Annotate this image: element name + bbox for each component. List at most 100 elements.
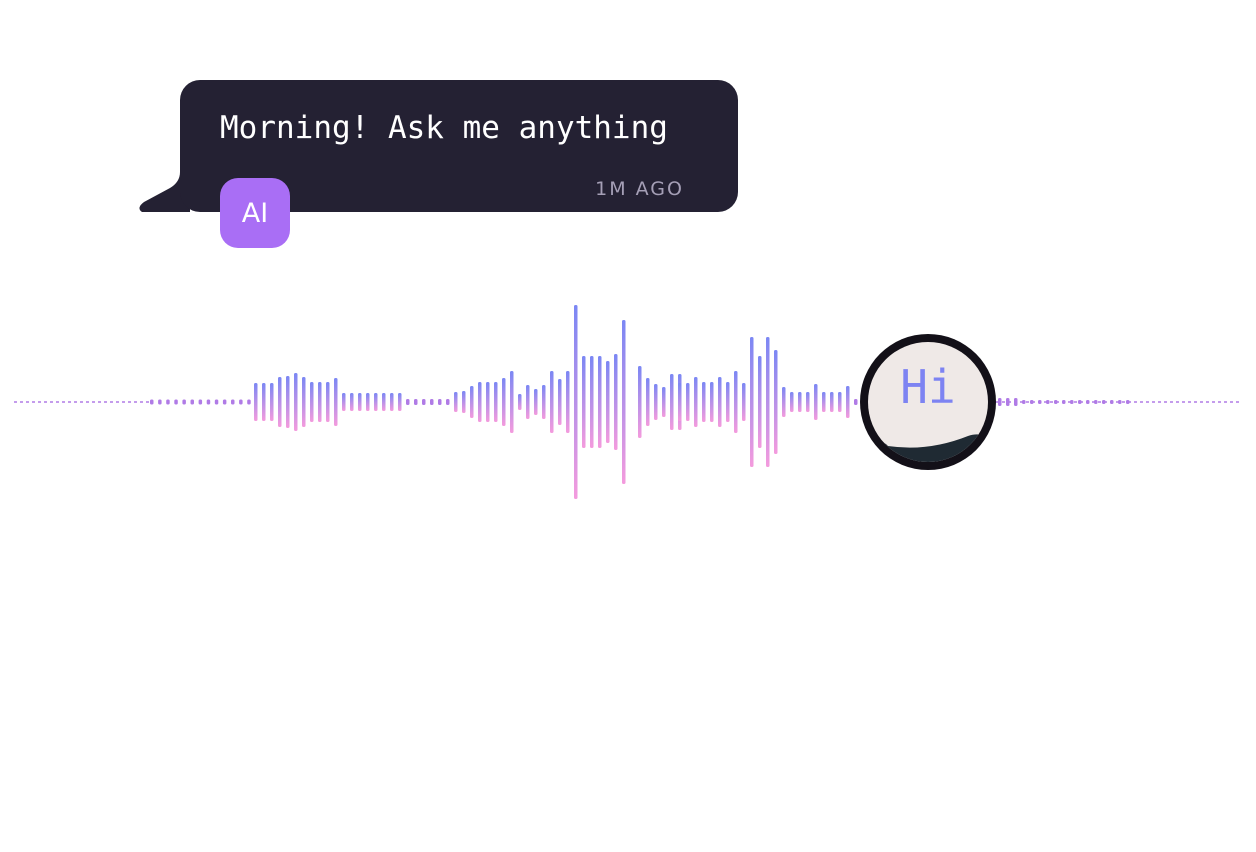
waveform-bar (518, 394, 522, 410)
waveform-bar (806, 392, 810, 412)
waveform-bar (782, 387, 786, 417)
voice-chat-screen: Morning! Ask me anything 1M AGO AI Hi (0, 0, 1256, 852)
voice-avatar-face: Hi (868, 342, 988, 462)
waveform-bar (734, 371, 738, 433)
waveform-bar (766, 337, 770, 467)
waveform-bar (1126, 400, 1130, 404)
waveform-bar (310, 382, 314, 422)
waveform-bar (350, 393, 354, 411)
waveform-bar (1086, 400, 1090, 404)
waveform-bar (247, 399, 251, 405)
waveform-bar (1006, 398, 1010, 406)
waveform-bar (198, 399, 203, 405)
waveform-bar (622, 320, 626, 484)
waveform-bar (254, 383, 258, 421)
waveform-bar (239, 399, 243, 405)
waveform-bar (822, 392, 826, 412)
waveform-bar (582, 356, 586, 448)
waveform-bar (462, 391, 466, 413)
waveform-bar (758, 356, 762, 448)
waveform-bar (318, 382, 322, 422)
waveform-bar (742, 383, 746, 421)
waveform-bar (1046, 400, 1050, 404)
waveform-bar (542, 385, 546, 419)
waveform-bar (534, 389, 538, 415)
waveform-bar (598, 356, 602, 448)
waveform-bar (446, 399, 450, 405)
voice-waveform (14, 305, 1242, 499)
waveform-bar (790, 392, 794, 412)
waveform-bar (846, 386, 850, 418)
voice-avatar-label: Hi (900, 360, 956, 414)
waveform-bar (342, 393, 346, 411)
waveform-bar (606, 361, 610, 443)
waveform-bar (286, 376, 290, 428)
waveform-bar (494, 382, 498, 422)
waveform-bar (214, 399, 219, 405)
waveform-bar (438, 399, 442, 405)
waveform-bar (726, 382, 730, 422)
voice-avatar-button[interactable]: Hi (860, 334, 996, 470)
waveform-bar (1054, 400, 1058, 404)
waveform-bar (270, 383, 274, 421)
waveform-bar (262, 383, 266, 421)
waveform-bar (486, 382, 490, 422)
waveform-bar (182, 399, 186, 405)
waveform-bar (654, 384, 658, 420)
waveform-bar (678, 383, 682, 421)
waveform-bar (398, 393, 402, 411)
waveform-bar (550, 371, 554, 433)
waveform-bar (231, 399, 235, 405)
waveform-bar (382, 393, 386, 411)
waveform-bar (166, 399, 170, 405)
waveform-bar (158, 399, 162, 405)
waveform-bar (838, 392, 842, 412)
waveform-bar (358, 393, 362, 411)
waveform-bar (1102, 400, 1106, 404)
waveform-bar (294, 373, 298, 431)
waveform-bar (206, 399, 211, 405)
waveform-bar (854, 399, 858, 405)
waveform-bar (222, 399, 227, 405)
waveform-bar (798, 392, 802, 412)
waveform-bar (590, 356, 594, 448)
waveform-bar (502, 378, 506, 426)
waveform-bar (638, 366, 642, 438)
waveform-bar (646, 378, 650, 426)
waveform-bar (1118, 400, 1122, 404)
waveform-bar (830, 392, 834, 412)
ai-avatar-badge: AI (220, 178, 290, 248)
waveform-bar (174, 399, 178, 405)
waveform-bar (422, 399, 426, 405)
avatar-shoulder-shape (869, 434, 988, 462)
waveform-bar (686, 383, 690, 421)
waveform-bar (510, 371, 514, 433)
waveform-bar (1062, 400, 1066, 404)
waveform-bar (1022, 400, 1026, 404)
waveform-bar (694, 377, 698, 427)
waveform-bar (702, 382, 706, 422)
waveform-bar (470, 386, 474, 418)
waveform-bar (366, 393, 370, 411)
waveform-bar (454, 392, 458, 412)
waveform-bar (566, 371, 570, 433)
waveform-bar (150, 399, 154, 405)
waveform-bar (374, 393, 378, 411)
waveform-bar (558, 379, 562, 425)
waveform-bar (430, 399, 434, 405)
waveform-bar (1014, 398, 1018, 406)
waveform-bar (406, 399, 410, 405)
waveform-bar (190, 399, 194, 405)
waveform-bar (670, 374, 674, 430)
waveform-bar (710, 382, 714, 422)
waveform-bar (414, 399, 418, 405)
message-text: Morning! Ask me anything (220, 110, 668, 146)
waveform-bar (390, 393, 394, 411)
waveform-bar (334, 378, 338, 426)
waveform-bar (1038, 400, 1042, 404)
waveform-bar (1070, 400, 1074, 404)
waveform-bar (814, 384, 818, 420)
waveform-bar (326, 382, 330, 422)
waveform-bar (662, 387, 666, 417)
waveform-bar (614, 354, 618, 450)
